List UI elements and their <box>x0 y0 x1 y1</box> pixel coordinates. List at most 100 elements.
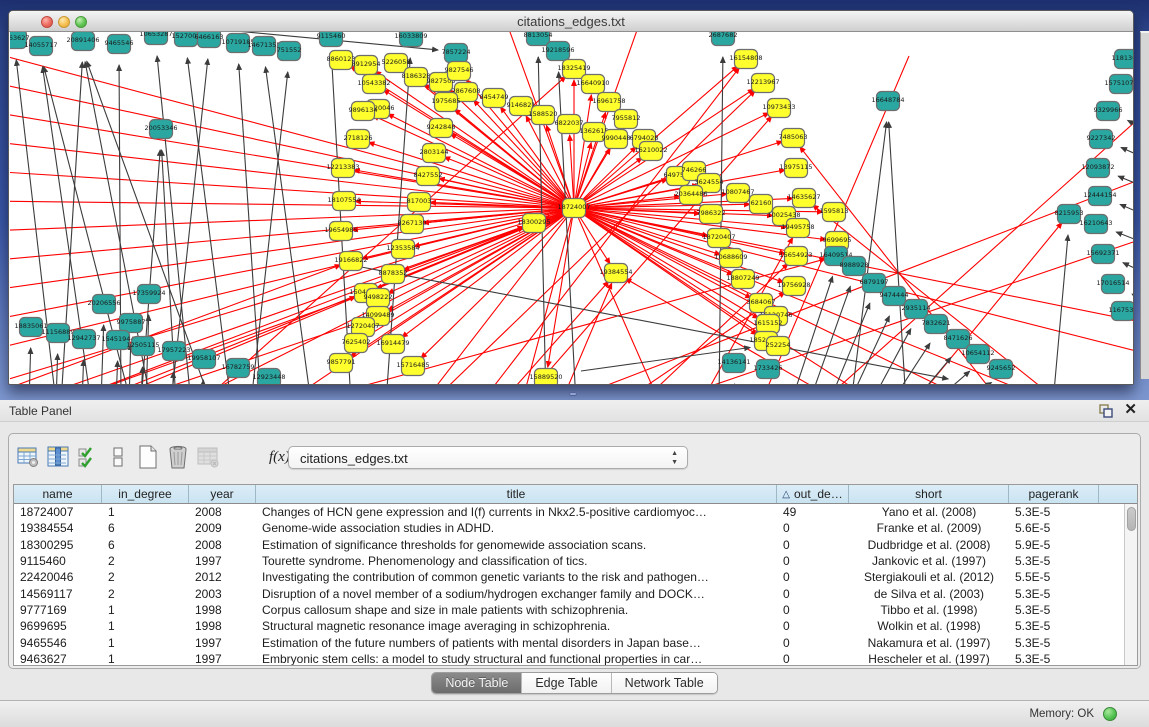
table-row[interactable]: 2242004622012Investigating the contribut… <box>14 569 1124 585</box>
table-selector-dropdown[interactable]: citations_edges.txt ▲▼ <box>288 446 688 469</box>
graph-node[interactable]: 19756928 <box>777 277 810 296</box>
graph-node[interactable]: 817003 <box>407 193 432 212</box>
column-header-title[interactable]: title <box>256 485 777 503</box>
graph-node[interactable]: 252254 <box>766 337 791 356</box>
graph-node[interactable]: 15654923 <box>779 247 812 266</box>
graph-node[interactable]: 20891406 <box>66 32 99 51</box>
new-document-icon[interactable] <box>135 444 161 470</box>
graph-node[interactable]: 19654985 <box>324 222 357 241</box>
graph-node[interactable]: 1167534 <box>1109 302 1133 321</box>
graph-node[interactable]: 20364486 <box>674 186 707 205</box>
graph-node[interactable]: 17016514 <box>1096 275 1129 294</box>
column-header-out_de[interactable]: △out_de… <box>777 485 849 503</box>
graph-node[interactable]: 19166822 <box>334 252 367 271</box>
graph-node[interactable]: 16648784 <box>871 92 904 111</box>
network-window-titlebar[interactable]: citations_edges.txt <box>9 11 1133 32</box>
graph-node[interactable]: 16033809 <box>394 32 427 47</box>
graph-node[interactable]: 9474444 <box>880 287 909 306</box>
graph-node[interactable]: 8912954 <box>352 56 381 75</box>
graph-node[interactable]: 18300295 <box>517 214 550 233</box>
table-row[interactable]: 911546021997Tourette syndrome. Phenomeno… <box>14 553 1124 569</box>
column-header-in_degree[interactable]: in_degree <box>102 485 189 503</box>
graph-node[interactable]: 7625402 <box>342 334 371 353</box>
column-header-year[interactable]: year <box>189 485 256 503</box>
table-row[interactable]: 969969511998Structural magnetic resonanc… <box>14 618 1124 634</box>
graph-node[interactable]: 19495758 <box>781 219 814 238</box>
graph-node[interactable]: 8427552 <box>414 167 443 186</box>
float-panel-icon[interactable] <box>1099 404 1113 418</box>
graph-node[interactable]: 6466163 <box>195 32 224 48</box>
graph-node[interactable]: 9465546 <box>105 35 134 54</box>
table-scrollbar-thumb[interactable] <box>1127 507 1136 531</box>
graph-node[interactable]: 1975685 <box>432 93 461 112</box>
graph-node[interactable]: 7857224 <box>442 44 471 63</box>
graph-node[interactable]: 9329966 <box>1094 102 1123 121</box>
graph-node[interactable]: 12093872 <box>1081 159 1114 178</box>
graph-node[interactable]: 15751074 <box>1104 75 1133 94</box>
graph-node[interactable]: 14136141 <box>717 354 750 373</box>
column-header-pagerank[interactable]: pagerank <box>1009 485 1099 503</box>
graph-node[interactable]: 19218596 <box>541 42 574 61</box>
graph-node[interactable]: 10653287 <box>139 32 172 45</box>
graph-node[interactable]: 9242848 <box>427 119 456 138</box>
graph-node[interactable]: 12353584 <box>386 240 419 259</box>
column-header-short[interactable]: short <box>849 485 1009 503</box>
graph-node[interactable]: 1615152 <box>754 315 783 334</box>
graph-node[interactable]: 15692371 <box>1086 245 1119 264</box>
graph-node[interactable]: 8988928 <box>840 257 869 276</box>
graph-node[interactable]: 12923448 <box>252 369 285 385</box>
graph-node[interactable]: 10973433 <box>762 99 795 118</box>
graph-node[interactable]: 9975887 <box>117 314 146 333</box>
graph-node[interactable]: 9857791 <box>327 354 356 373</box>
tab-network-table[interactable]: Network Table <box>612 673 717 693</box>
graph-node[interactable]: 12213967 <box>746 74 779 93</box>
graph-node[interactable]: 19958107 <box>187 350 220 369</box>
graph-node[interactable]: 13975115 <box>779 159 812 178</box>
graph-node[interactable]: 16640910 <box>576 75 609 94</box>
table-column-icon[interactable] <box>45 444 71 470</box>
network-canvas[interactable]: 1872400794636271405571720891406946554610… <box>10 32 1133 384</box>
graph-node[interactable]: 7955812 <box>612 110 641 129</box>
graph-node[interactable]: 8878352 <box>379 265 408 284</box>
column-header-name[interactable]: name <box>14 485 102 503</box>
graph-node[interactable]: 10688609 <box>714 249 747 268</box>
graph-node[interactable]: 1595813 <box>820 203 849 222</box>
graph-node[interactable]: 1181304 <box>1112 50 1133 69</box>
graph-node[interactable]: 16782759 <box>221 359 254 378</box>
graph-node[interactable]: 2803144 <box>420 144 449 163</box>
table-row[interactable]: 977716911998Corpus callosum shape and si… <box>14 602 1124 618</box>
graph-node[interactable]: 20206556 <box>87 295 120 314</box>
graph-node[interactable]: 12213383 <box>326 159 359 178</box>
graph-node[interactable]: 9115460 <box>317 32 346 47</box>
graph-node[interactable]: 9245652 <box>987 360 1016 379</box>
graph-node[interactable]: 9227342 <box>1087 130 1116 149</box>
close-panel-icon[interactable]: ✕ <box>1124 402 1137 418</box>
table-settings-icon[interactable] <box>15 444 41 470</box>
select-checks-icon[interactable] <box>75 444 101 470</box>
table-row[interactable]: 946554611997Estimation of the future num… <box>14 634 1124 650</box>
row-stack-icon[interactable] <box>105 444 131 470</box>
graph-node[interactable]: 14671355 <box>247 37 280 56</box>
graph-node[interactable]: 16154808 <box>729 50 762 69</box>
table-scrollbar[interactable] <box>1124 504 1137 665</box>
split-pane-handle[interactable] <box>569 392 577 396</box>
graph-node[interactable]: 12505115 <box>126 337 159 356</box>
graph-node[interactable]: 16210643 <box>1079 215 1112 234</box>
graph-node[interactable]: 12942737 <box>67 330 100 349</box>
graph-node[interactable]: 7986322 <box>697 205 726 224</box>
graph-node[interactable]: 10654112 <box>961 345 994 364</box>
table-row[interactable]: 1830029562008Estimation of significance … <box>14 537 1124 553</box>
graph-node[interactable]: 9827546 <box>445 62 474 81</box>
graph-node[interactable]: 16914479 <box>376 335 409 354</box>
graph-node[interactable]: 15889520 <box>529 369 562 385</box>
graph-node[interactable]: 1588520 <box>529 106 558 125</box>
graph-node[interactable]: 8454749 <box>480 89 509 108</box>
trash-icon[interactable] <box>165 444 191 470</box>
tab-node-table[interactable]: Node Table <box>432 673 522 693</box>
graph-node[interactable]: 18720407 <box>702 229 735 248</box>
graph-node[interactable]: 12444154 <box>1083 187 1116 206</box>
graph-node[interactable]: 18107554 <box>327 192 360 211</box>
graph-node[interactable]: 18835061 <box>14 318 47 337</box>
graph-node[interactable]: 14055717 <box>24 37 57 56</box>
graph-node[interactable]: 10543382 <box>357 75 390 94</box>
